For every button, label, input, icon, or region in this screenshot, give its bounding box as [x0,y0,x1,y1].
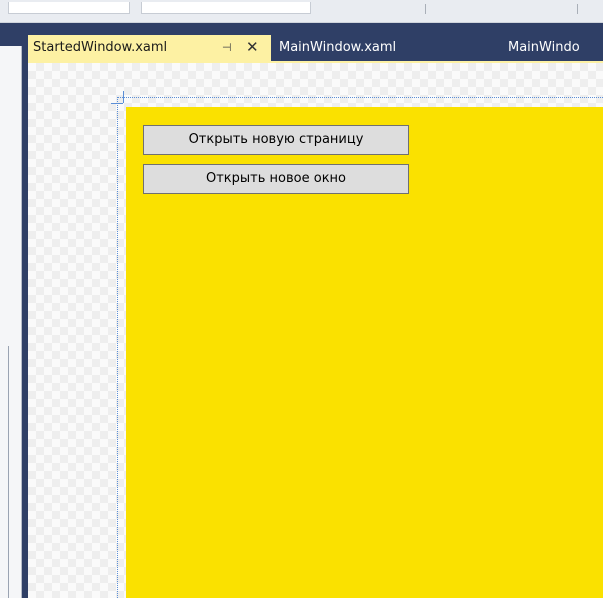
open-new-window-button[interactable]: Открыть новое окно [143,164,409,194]
toolbar-dropdown-right[interactable] [141,2,311,14]
layout-guide-horizontal [117,97,603,98]
toolbar-dropdown-left[interactable] [8,2,130,14]
open-new-page-button[interactable]: Открыть новую страницу [143,125,409,155]
tab-main-window[interactable]: MainWindow.xaml [279,35,396,61]
tab-label: MainWindo [508,40,580,55]
pin-icon[interactable]: ⊣ [222,35,232,61]
guide-corner-tick [123,91,124,103]
document-tab-strip: StartedWindow.xaml ⊣ ✕ MainWindow.xaml M… [28,23,603,61]
tab-label: StartedWindow.xaml [33,40,168,55]
tab-started-window[interactable]: StartedWindow.xaml ⊣ ✕ [28,35,271,61]
guide-corner-tick [111,103,123,104]
side-panel-divider [8,346,9,598]
side-tool-panel [0,46,22,598]
toolbar-separator [425,4,426,14]
tab-main-window-2[interactable]: MainWindo [508,35,580,61]
toolbar [0,0,603,23]
close-icon[interactable]: ✕ [246,34,259,60]
visual-studio-xaml-designer: StartedWindow.xaml ⊣ ✕ MainWindow.xaml M… [0,0,603,598]
layout-guide-vertical [117,97,118,598]
tab-label: MainWindow.xaml [279,40,397,55]
toolbar-separator [577,4,578,14]
